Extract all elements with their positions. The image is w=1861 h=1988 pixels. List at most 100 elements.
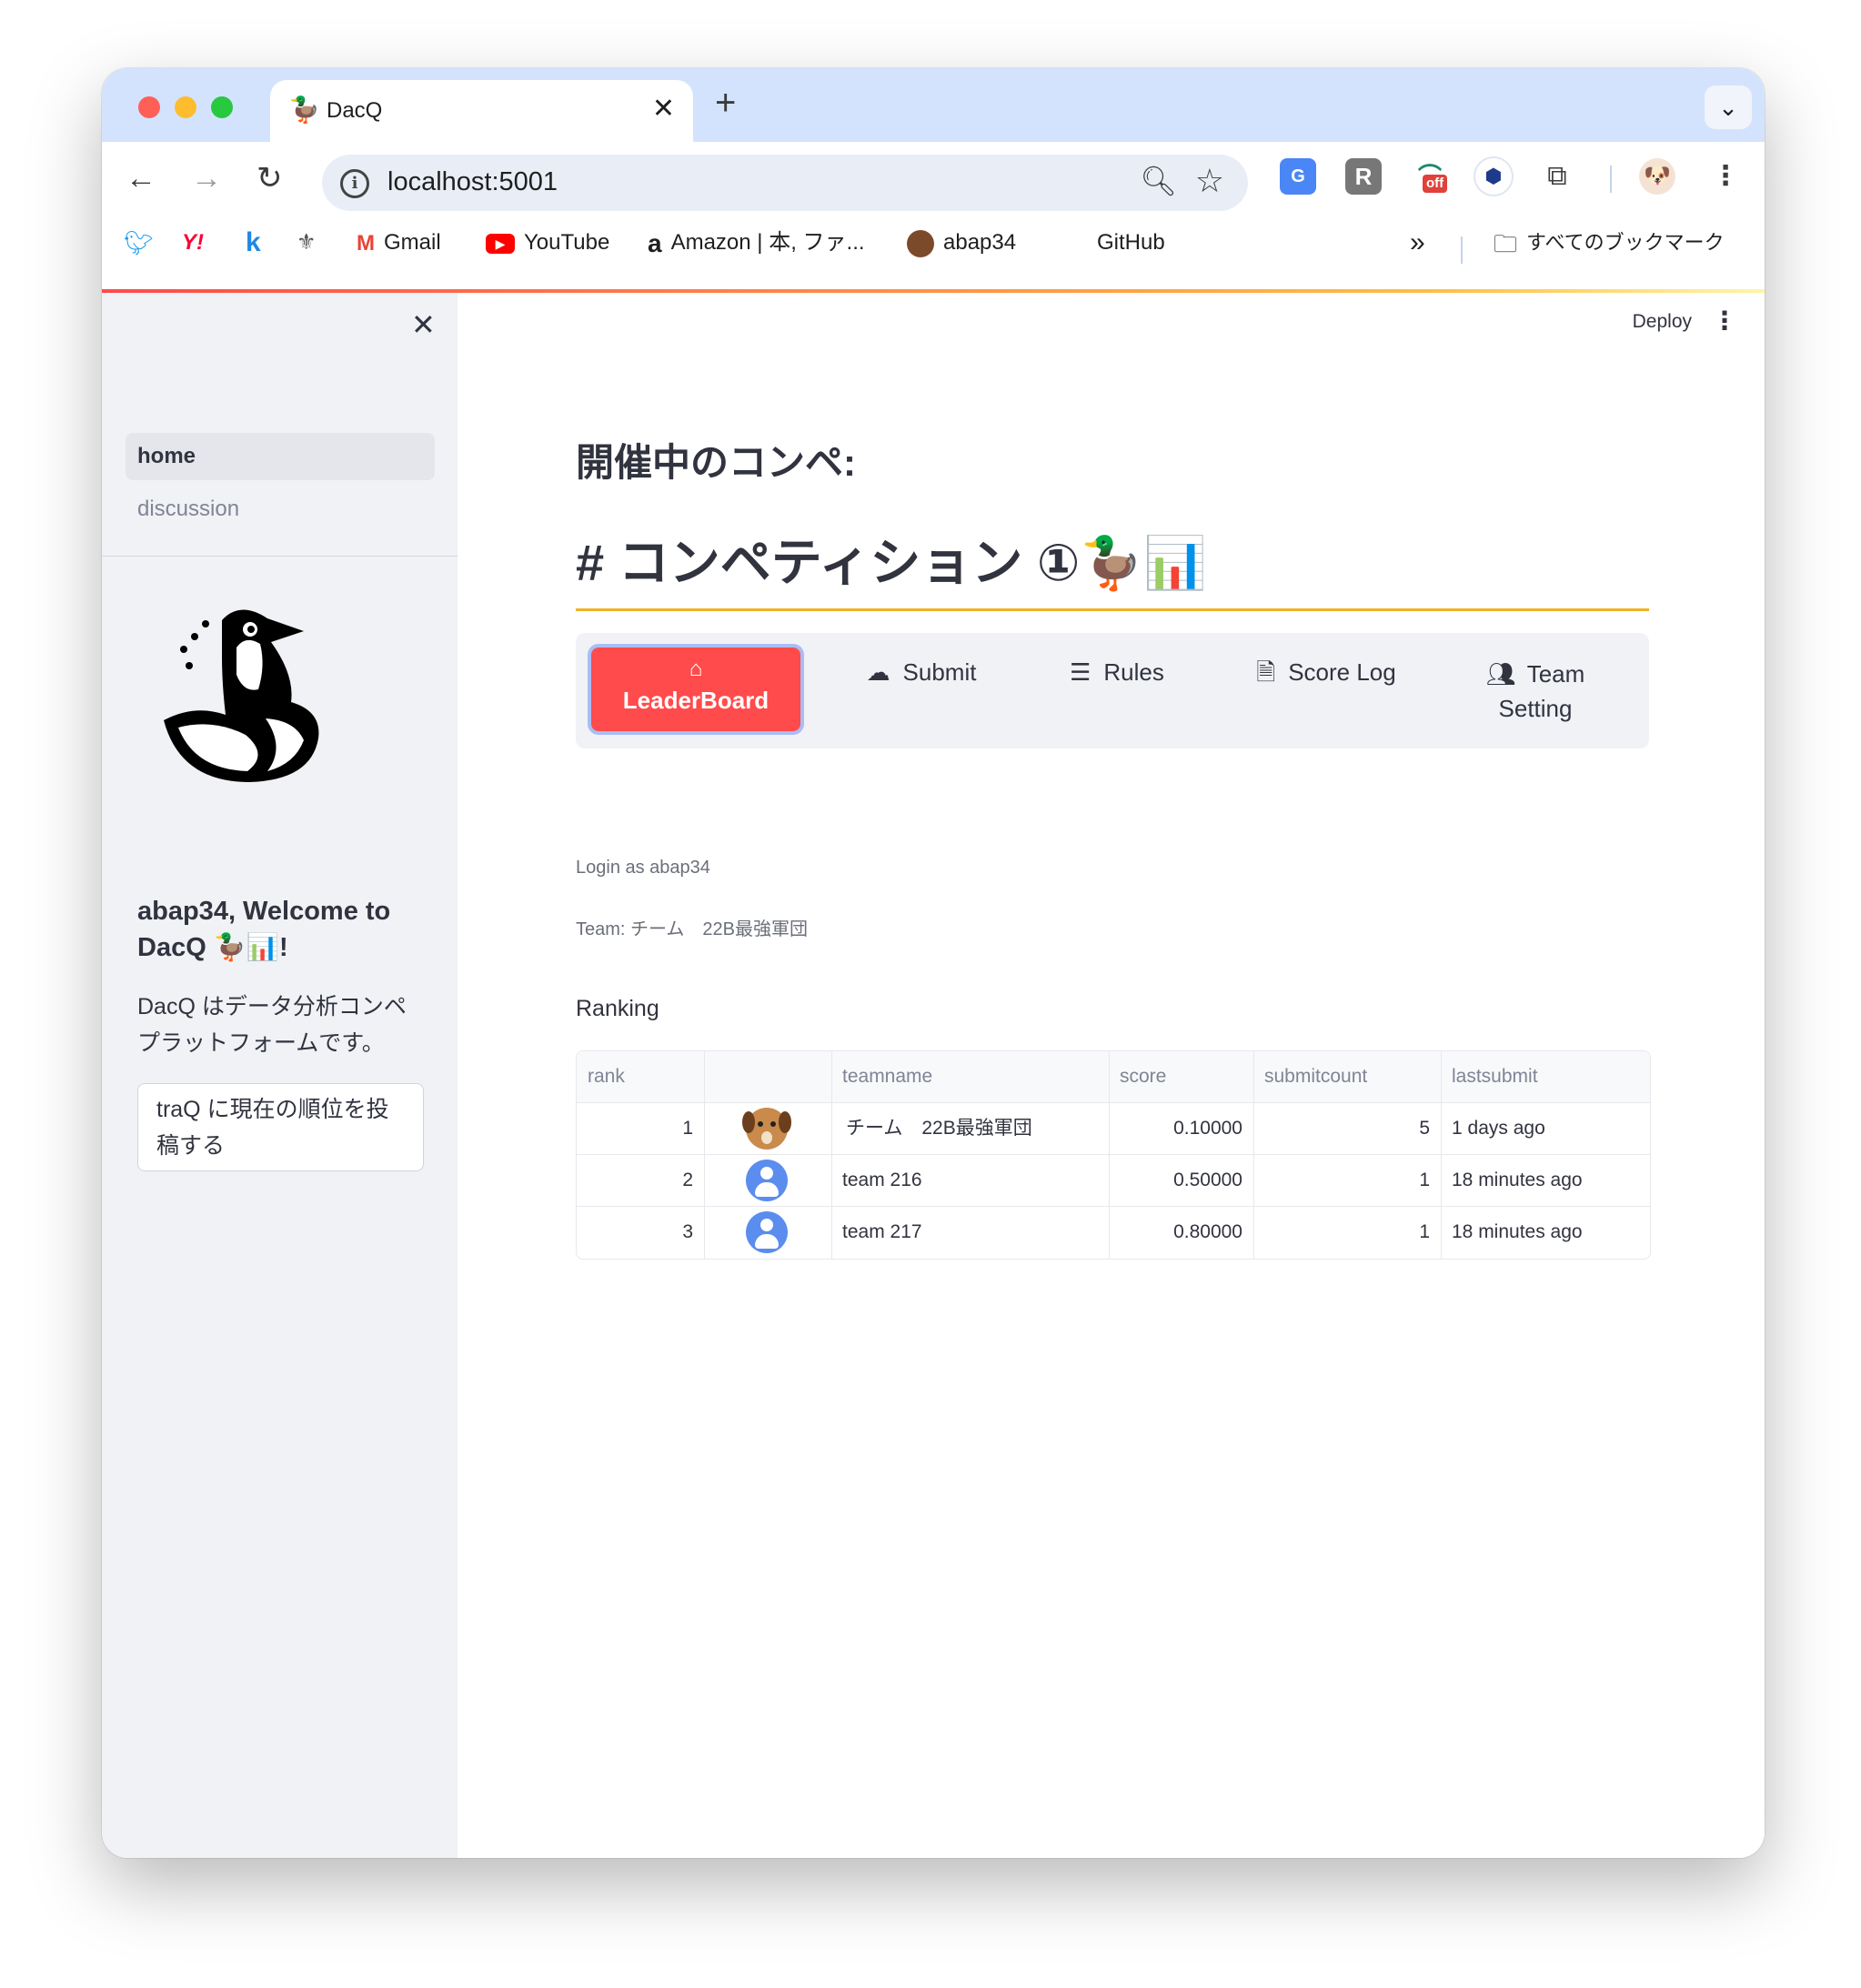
bookmark-label: Amazon | 本, ファ... xyxy=(670,230,865,255)
cell-lastsubmit[interactable]: 18 minutes ago xyxy=(1441,1207,1650,1258)
sidebar-item-label: home xyxy=(137,444,196,468)
tab-score-log[interactable]: 🗎 Score Log xyxy=(1244,633,1408,748)
grid-line xyxy=(577,1154,1650,1155)
option-menu-tabs: ⌂ LeaderBoard ☁ Submit ☰ Rules 🗎 Score Log … xyxy=(576,633,1649,748)
bookmark-star-icon[interactable]: ☆ xyxy=(1195,162,1224,200)
bookmark-youtube[interactable]: ▶ YouTube xyxy=(486,227,609,258)
home-icon: ⌂ xyxy=(689,657,703,681)
cell-submitcount[interactable]: 5 xyxy=(1253,1103,1430,1154)
tab-submit[interactable]: ☁ Submit xyxy=(844,633,999,748)
toolbar-divider xyxy=(1610,166,1612,193)
cell-score[interactable]: 0.50000 xyxy=(1109,1155,1242,1206)
new-tab-button[interactable]: + xyxy=(715,85,736,121)
r-extension-icon[interactable]: R xyxy=(1345,158,1382,195)
tab-team-setting[interactable]: 👥︎ Team Setting xyxy=(1467,633,1604,748)
browser-menu-icon[interactable]: ⋮ xyxy=(1707,158,1744,195)
cell-teamname[interactable]: team 216 xyxy=(831,1155,1109,1206)
cell-lastsubmit[interactable]: 1 days ago xyxy=(1441,1103,1650,1154)
more-bookmarks-icon[interactable]: » xyxy=(1410,227,1425,258)
tab-rules[interactable]: ☰ Rules xyxy=(1058,633,1176,748)
address-bar[interactable]: i localhost:5001 🔍︎ ☆ xyxy=(322,155,1248,211)
duck-favicon-icon: 🦆 xyxy=(288,95,320,124)
cell-submitcount[interactable]: 1 xyxy=(1253,1207,1430,1258)
tab-label: Submit xyxy=(902,658,977,686)
extensions-puzzle-icon[interactable]: ⧉ xyxy=(1539,158,1575,195)
sidebar-item-discussion[interactable]: discussion xyxy=(126,486,435,533)
cell-submitcount[interactable]: 1 xyxy=(1253,1155,1430,1206)
sidebar-description: DacQ はデータ分析コンペプラットフォームです。 xyxy=(137,994,407,1056)
column-header-rank[interactable]: rank xyxy=(577,1051,704,1102)
zoom-icon[interactable]: 🔍︎ xyxy=(1140,164,1177,198)
bookmark-gmail[interactable]: M Gmail xyxy=(357,227,441,259)
grid-line xyxy=(704,1051,705,1259)
all-bookmarks-button[interactable]: 🗀 すべてのブックマーク xyxy=(1494,227,1725,259)
sidebar-item-home[interactable]: home xyxy=(126,433,435,480)
column-header-teamname[interactable]: teamname xyxy=(831,1051,1109,1102)
sidebar-close-icon[interactable]: ✕ xyxy=(411,307,436,342)
yahoo-icon[interactable]: Y! xyxy=(182,227,204,258)
default-user-avatar xyxy=(746,1160,788,1201)
cell-score[interactable]: 0.10000 xyxy=(1109,1103,1242,1154)
cell-teamname[interactable]: チーム 22B最強軍団 xyxy=(831,1103,1109,1154)
tab-close-icon[interactable]: ✕ xyxy=(652,93,675,125)
profile-avatar-icon[interactable]: 🐶 xyxy=(1639,158,1675,195)
minimize-window-button[interactable] xyxy=(175,96,196,118)
zoom-window-button[interactable] xyxy=(211,96,233,118)
post-ranking-button[interactable]: traQ に現在の順位を投稿する xyxy=(137,1083,424,1171)
cell-rank[interactable]: 2 xyxy=(577,1155,693,1206)
cell-rank[interactable]: 3 xyxy=(577,1207,693,1258)
extension-off-icon[interactable]: ⌒off xyxy=(1412,158,1448,195)
folder-icon: 🗀 xyxy=(1494,229,1518,257)
cell-score[interactable]: 0.80000 xyxy=(1109,1207,1242,1258)
browser-window: 🦆 DacQ ✕ + ⌄ ← → ↻ i localhost:5001 🔍︎ ☆… xyxy=(102,68,1765,1858)
tab-leaderboard[interactable]: ⌂ LeaderBoard xyxy=(591,648,800,731)
tab-label: Score Log xyxy=(1288,658,1396,686)
people-icon: 👥︎ xyxy=(1485,660,1516,688)
grid-line xyxy=(577,1102,1650,1103)
browser-toolbar: ← → ↻ i localhost:5001 🔍︎ ☆ G R ⌒off ⬢ ⧉… xyxy=(102,142,1765,215)
reload-button[interactable]: ↻ xyxy=(257,160,283,196)
bookmark-label: abap34 xyxy=(943,230,1017,255)
bookmarks-bar: 🐦︎ Y! k ⚜ M Gmail ▶ YouTube a Amazon | 本, フ… xyxy=(102,215,1765,273)
tab-label: Rules xyxy=(1103,658,1164,686)
twitter-icon[interactable]: 🐦︎ xyxy=(124,227,154,258)
site-info-icon[interactable]: i xyxy=(340,169,369,198)
browser-tab[interactable]: 🦆 DacQ ✕ xyxy=(270,80,693,142)
title-bar: 🦆 DacQ ✕ + ⌄ xyxy=(102,68,1765,142)
cell-teamname[interactable]: team 217 xyxy=(831,1207,1109,1258)
team-caption: Team: チーム 22B最強軍団 xyxy=(576,919,809,939)
k-icon[interactable]: k xyxy=(246,227,261,258)
all-bookmarks-label: すべてのブックマーク xyxy=(1526,231,1725,254)
cell-lastsubmit[interactable]: 18 minutes ago xyxy=(1441,1155,1650,1206)
bookmark-label: GitHub xyxy=(1097,230,1165,255)
tab-title: DacQ xyxy=(327,98,383,123)
tab-search-button[interactable]: ⌄ xyxy=(1705,85,1752,129)
main-content: Deploy ⋮ 開催中のコンペ: # コンペティション ①🦆📊 ⌂ Leade… xyxy=(458,293,1765,1858)
crest-icon[interactable]: ⚜ xyxy=(297,227,317,258)
ranking-table[interactable]: rank teamname score submitcount lastsubm… xyxy=(576,1050,1651,1260)
bookmark-github[interactable]: GitHub xyxy=(1097,227,1165,258)
grid-line xyxy=(577,1206,1650,1207)
close-window-button[interactable] xyxy=(138,96,160,118)
translate-extension-icon[interactable]: G xyxy=(1280,158,1316,195)
app-menu-icon[interactable]: ⋮ xyxy=(1712,306,1737,336)
url-text[interactable]: localhost:5001 xyxy=(387,167,558,197)
column-header-lastsubmit[interactable]: lastsubmit xyxy=(1441,1051,1650,1102)
deploy-button[interactable]: Deploy xyxy=(1633,311,1692,333)
off-badge: off xyxy=(1423,175,1448,193)
gmail-icon: M xyxy=(357,230,375,256)
bookmark-abap34[interactable]: abap34 xyxy=(907,227,1016,258)
column-header-submitcount[interactable]: submitcount xyxy=(1253,1051,1441,1102)
sidebar: ✕ home discussion abap34, Welcome to Dac… xyxy=(102,293,458,1858)
column-header-score[interactable]: score xyxy=(1109,1051,1253,1102)
bookmark-label: YouTube xyxy=(524,230,610,255)
back-button[interactable]: ← xyxy=(126,160,156,196)
dacq-duck-logo xyxy=(164,609,319,782)
sidebar-divider xyxy=(102,556,458,557)
login-caption: Login as abap34 xyxy=(576,858,710,878)
forward-button[interactable]: → xyxy=(191,160,222,196)
cell-rank[interactable]: 1 xyxy=(577,1103,693,1154)
avatar-icon xyxy=(907,229,934,257)
hex-extension-icon[interactable]: ⬢ xyxy=(1475,158,1512,195)
bookmark-amazon[interactable]: a Amazon | 本, ファ... xyxy=(648,227,865,259)
